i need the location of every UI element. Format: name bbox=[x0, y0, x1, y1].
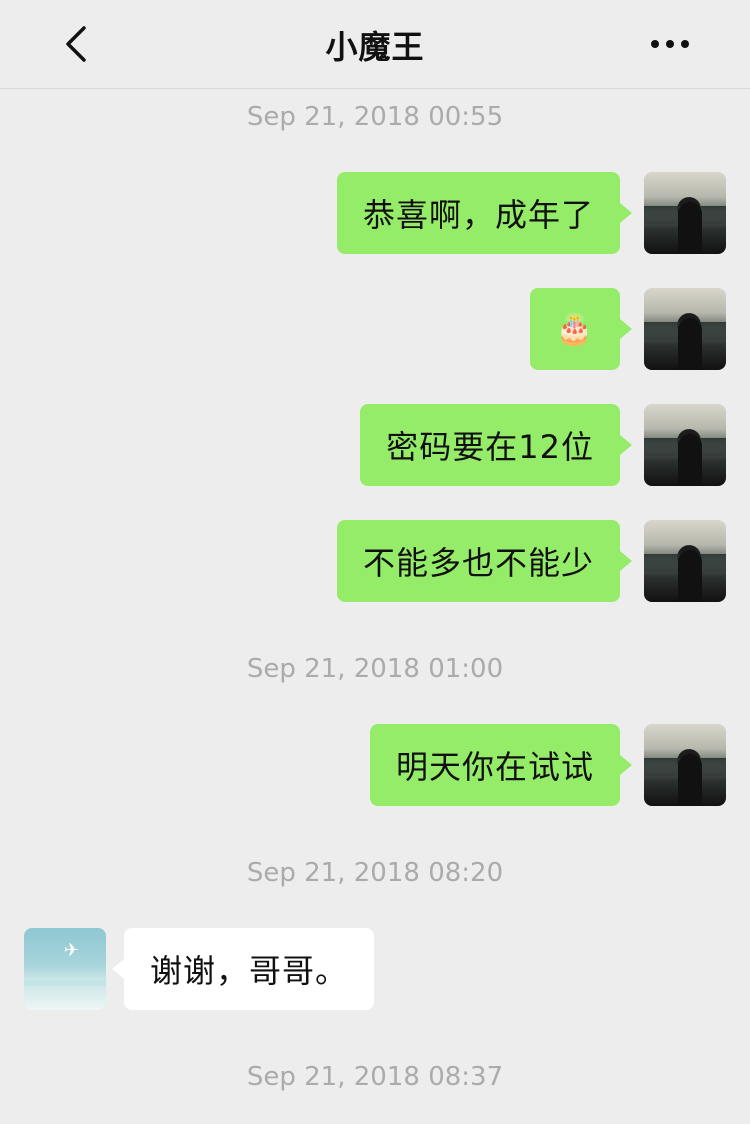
message-timestamp: Sep 21, 2018 08:20 bbox=[246, 858, 504, 888]
message-bubble-outgoing[interactable]: 明天你在试试 bbox=[369, 724, 633, 806]
message-bubble-outgoing[interactable]: 🎂 bbox=[529, 288, 633, 370]
message-text: 恭喜啊，成年了 bbox=[362, 196, 594, 234]
message-timestamp: Sep 21, 2018 01:00 bbox=[246, 654, 504, 684]
my-avatar[interactable] bbox=[644, 172, 726, 254]
more-dots-icon bbox=[651, 40, 689, 48]
nav-bar: 小魔王 bbox=[0, 0, 750, 89]
chat-title: 小魔王 bbox=[325, 28, 425, 66]
message-bubble-outgoing[interactable]: 密码要在12位 bbox=[360, 404, 632, 486]
my-avatar[interactable] bbox=[644, 520, 726, 602]
message-text: 明天你在试试 bbox=[395, 748, 594, 786]
more-button[interactable] bbox=[642, 20, 698, 68]
message-bubble-outgoing[interactable]: 不能多也不能少 bbox=[336, 520, 633, 602]
message-bubble-incoming[interactable]: 谢谢，哥哥。 bbox=[111, 928, 375, 1010]
birthday-cake-icon: 🎂 bbox=[555, 311, 594, 347]
message-text: 谢谢，哥哥。 bbox=[150, 952, 349, 990]
message-timestamp: Sep 21, 2018 00:55 bbox=[246, 102, 504, 132]
message-timestamp: Sep 21, 2018 08:37 bbox=[246, 1062, 504, 1092]
my-avatar[interactable] bbox=[644, 288, 726, 370]
my-avatar[interactable] bbox=[644, 404, 726, 486]
my-avatar[interactable] bbox=[644, 724, 726, 806]
message-text: 密码要在12位 bbox=[386, 428, 594, 466]
airplane-icon: ✈ bbox=[64, 940, 80, 961]
message-bubble-outgoing[interactable]: 恭喜啊，成年了 bbox=[336, 172, 633, 254]
message-text: 不能多也不能少 bbox=[362, 544, 594, 582]
contact-avatar[interactable]: ✈ bbox=[24, 928, 106, 1010]
